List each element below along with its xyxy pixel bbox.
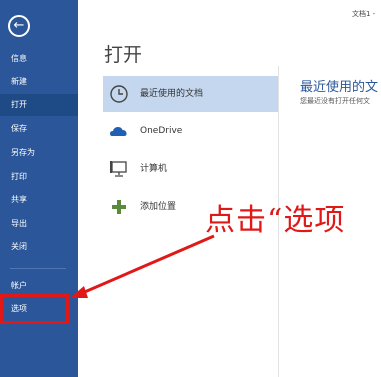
annotation-arrow-line [79,234,215,296]
annotation-arrow [70,234,215,298]
annotation-arrowhead [70,286,88,298]
